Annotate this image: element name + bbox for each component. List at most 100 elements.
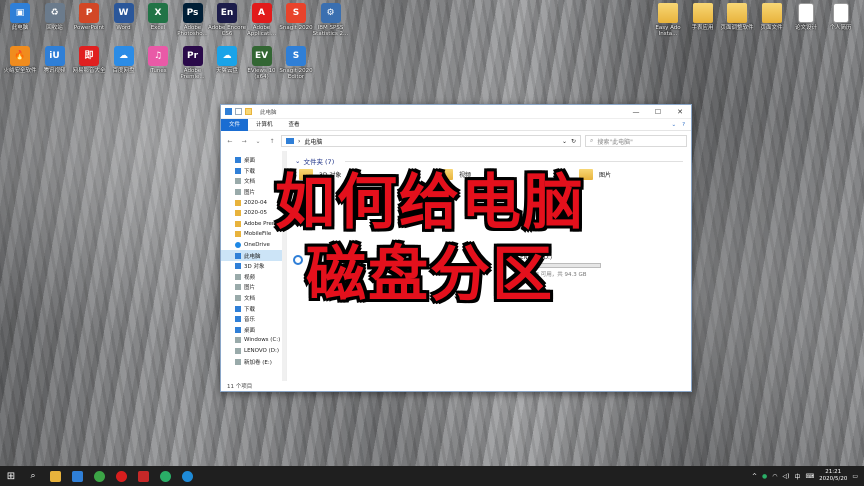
nav-item-icon (235, 242, 241, 249)
back-button[interactable]: ← (225, 138, 235, 145)
app-icon: ▣ (10, 3, 30, 23)
address-text: 此电脑 (304, 138, 323, 146)
window-title: 此电脑 (260, 109, 277, 116)
desktop-icon-label: IBM SPSS Statistics 2... (312, 25, 349, 37)
address-row: ← → ⌄ ↑ › 此电脑 ⌄ ↻ ⌕ 搜索"此电脑" (221, 131, 691, 151)
nav-item-label: 此电脑 (244, 253, 261, 260)
taskbar-file-explorer[interactable] (44, 466, 66, 486)
app-icon: W (113, 3, 134, 23)
app-icon: Pr (182, 46, 203, 66)
search-icon: ⌕ (590, 137, 594, 144)
help-icon[interactable]: ? (682, 122, 685, 128)
taskbar-pdf[interactable] (132, 466, 154, 486)
overlay-title-line2: 磁盘分区 (306, 240, 554, 310)
wechat-tray-icon[interactable]: ● (762, 473, 767, 480)
nav-item-label: 图片 (244, 285, 256, 292)
search-input[interactable]: ⌕ 搜索"此电脑" (585, 135, 687, 147)
nav-item-label: 3D 对象 (244, 264, 265, 271)
ribbon-expand-icon[interactable]: ⌄ (671, 122, 676, 128)
title-bar[interactable]: 此电脑 — ☐ ✕ (221, 105, 691, 119)
search-icon: ⌕ (30, 471, 36, 481)
nav-item-icon (235, 337, 241, 344)
app-icon: Ps (182, 3, 203, 23)
volume-icon[interactable]: ◁) (782, 473, 789, 480)
clock-time: 21:21 (825, 469, 842, 475)
tab-file[interactable]: 文件 (221, 118, 249, 131)
windows-icon: ⊞ (6, 470, 16, 482)
nav-item[interactable]: LENOVO (D:) (221, 346, 286, 357)
address-bar[interactable]: › 此电脑 ⌄ ↻ (281, 135, 581, 147)
nav-item[interactable]: 音乐 (221, 314, 286, 325)
folders-group-header[interactable]: ⌄ 文件夹 (7) (295, 155, 691, 167)
taskbar: ⊞ ⌕ ^ ● ◠ ◁) 中 ⌨ 21:21 2020/5/20 ▭ (0, 466, 864, 486)
desktop-icon[interactable]: ⚙ IBM SPSS Statistics 2... (311, 3, 351, 37)
desktop-icon[interactable]: 个人简历 (821, 3, 861, 31)
up-button[interactable]: ↑ (267, 138, 277, 145)
close-button[interactable]: ✕ (669, 105, 691, 119)
app-icon: En (217, 3, 237, 23)
app-icon: X (148, 3, 168, 23)
nav-item[interactable]: 桌面 (221, 325, 286, 336)
netease-icon (115, 470, 127, 482)
clock[interactable]: 21:21 2020/5/20 (819, 469, 847, 483)
app-icon: ♫ (148, 46, 168, 66)
app-icon: P (79, 3, 99, 23)
nav-item-label: OneDrive (244, 242, 270, 249)
ime-indicator[interactable]: 中 (794, 472, 800, 481)
app-icon: ⚙ (320, 3, 341, 23)
group-title: 文件夹 (7) (303, 158, 335, 166)
taskbar-store[interactable] (66, 466, 88, 486)
start-button[interactable]: ⊞ (0, 466, 22, 486)
new-folder-icon[interactable] (245, 108, 252, 115)
nav-item-icon (235, 178, 241, 185)
nav-item[interactable]: Windows (C:) (221, 335, 286, 346)
app-icon: ♻ (44, 3, 65, 23)
maximize-button[interactable]: ☐ (647, 105, 669, 119)
app-icon: A (251, 3, 272, 23)
taskbar-wechat[interactable] (154, 466, 176, 486)
browser-icon (93, 470, 105, 482)
taskbar-netease[interactable] (110, 466, 132, 486)
input-method-icon[interactable]: ⌨ (805, 473, 814, 480)
nav-item-icon (235, 199, 241, 206)
nav-item-label: 2020-05 (244, 210, 267, 217)
show-hidden-icon[interactable]: ^ (752, 473, 757, 480)
refresh-icon[interactable]: ↻ (571, 138, 576, 145)
taskbar-edge[interactable] (176, 466, 198, 486)
nav-item[interactable]: 新加卷 (E:) (221, 356, 286, 367)
nav-item-label: 新加卷 (E:) (244, 359, 272, 366)
nav-item-label: 图片 (244, 190, 256, 197)
recent-locations-button[interactable]: ⌄ (253, 138, 263, 145)
minimize-button[interactable]: — (625, 105, 647, 119)
app-icon: ☁ (217, 46, 237, 66)
nav-item-icon (235, 167, 241, 174)
nav-item-icon (235, 347, 241, 354)
nav-item-label: 桌面 (244, 327, 256, 334)
folder-tile[interactable]: 图片 (579, 169, 679, 180)
tab-computer[interactable]: 计算机 (248, 119, 281, 131)
nav-item-icon (235, 273, 241, 280)
search-button[interactable]: ⌕ (22, 466, 44, 486)
nav-item-label: 2020-04 (244, 199, 267, 206)
network-icon[interactable]: ◠ (772, 473, 777, 480)
address-dropdown-icon[interactable]: ⌄ (562, 138, 567, 145)
desktop-icon[interactable]: S Snagit 2020 Editor (276, 46, 316, 80)
status-bar: 11 个项目 (221, 381, 691, 391)
nav-item-label: Windows (C:) (244, 337, 281, 344)
folder-icon (49, 470, 61, 482)
nav-item[interactable]: 桌面 (221, 155, 286, 166)
properties-icon[interactable] (235, 108, 242, 115)
nav-item-label: 文档 (244, 296, 256, 303)
system-tray: ^ ● ◠ ◁) 中 ⌨ 21:21 2020/5/20 ▭ (752, 469, 864, 483)
chevron-down-icon: ⌄ (295, 157, 301, 165)
app-icon (727, 3, 747, 23)
nav-item-label: 桌面 (244, 158, 256, 165)
notification-icon[interactable]: ▭ (852, 473, 858, 480)
app-icon: 即 (79, 46, 99, 66)
forward-button[interactable]: → (239, 138, 249, 145)
nav-item-icon (235, 189, 241, 196)
taskbar-browser[interactable] (88, 466, 110, 486)
nav-item-icon (235, 252, 241, 259)
tab-view[interactable]: 查看 (281, 119, 308, 131)
app-icon (761, 3, 782, 23)
